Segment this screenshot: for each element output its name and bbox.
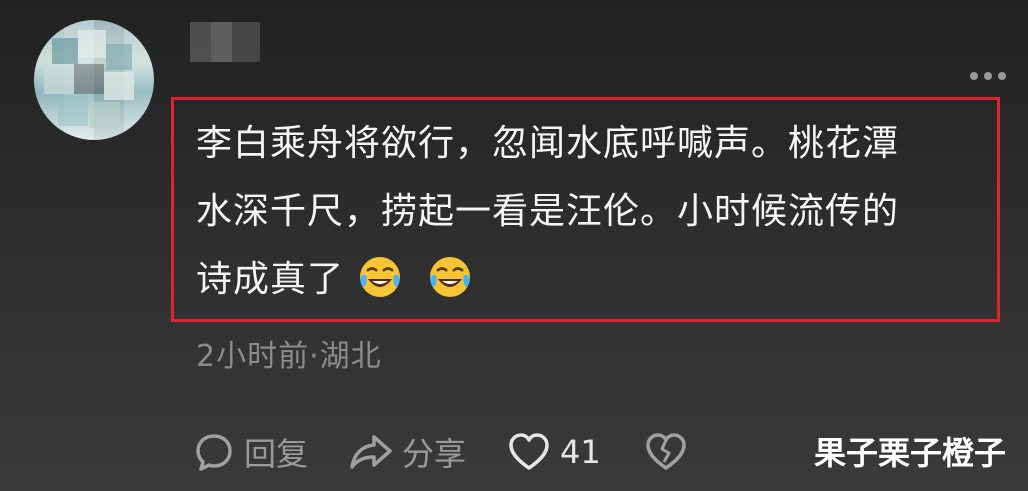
- dislike-button[interactable]: [645, 432, 687, 472]
- comment-line: 诗成真了: [196, 259, 345, 300]
- comment-text: 李白乘舟将欲行，忽闻水底呼喊声。桃花潭 水深千尺，捞起一看是汪伦。小时候流传的 …: [196, 110, 986, 314]
- broken-heart-icon: [646, 433, 686, 470]
- comment-highlight-box: 李白乘舟将欲行，忽闻水底呼喊声。桃花潭 水深千尺，捞起一看是汪伦。小时候流传的 …: [171, 97, 1000, 322]
- share-label: 分享: [402, 435, 467, 473]
- avatar-pixel: [52, 38, 78, 64]
- comment-line-last: 诗成真了: [196, 246, 986, 314]
- heart-icon: [509, 433, 549, 470]
- share-icon: [350, 435, 392, 469]
- reply-button[interactable]: 回复: [194, 429, 308, 475]
- reply-label: 回复: [244, 435, 309, 473]
- more-options-icon[interactable]: [970, 72, 1006, 80]
- comment-line: 水深千尺，捞起一看是汪伦。小时候流传的: [196, 191, 900, 232]
- avatar-pixel: [104, 72, 134, 100]
- avatar-pixel: [58, 96, 88, 126]
- avatar-pixel: [78, 30, 106, 58]
- like-button[interactable]: 41: [508, 432, 601, 472]
- username-blurred[interactable]: [190, 22, 260, 62]
- laughing-crying-emoji-icon: [360, 257, 401, 297]
- avatar-pixel: [90, 102, 120, 128]
- share-button[interactable]: 分享: [348, 429, 466, 475]
- avatar-pixel: [44, 66, 74, 94]
- like-count: 41: [560, 433, 601, 471]
- laughing-crying-emoji-icon: [430, 257, 471, 297]
- avatar-pixel: [106, 44, 132, 70]
- avatar-pixel: [74, 64, 104, 94]
- comment-time-location: 2小时前·湖北: [196, 339, 382, 374]
- reply-icon: [196, 434, 232, 471]
- comment-line: 李白乘舟将欲行，忽闻水底呼喊声。桃花潭: [196, 123, 900, 164]
- comment-actions: 回复 分享 41: [194, 430, 687, 474]
- avatar[interactable]: [34, 20, 154, 140]
- watermark: 果子栗子橙子: [813, 434, 1006, 472]
